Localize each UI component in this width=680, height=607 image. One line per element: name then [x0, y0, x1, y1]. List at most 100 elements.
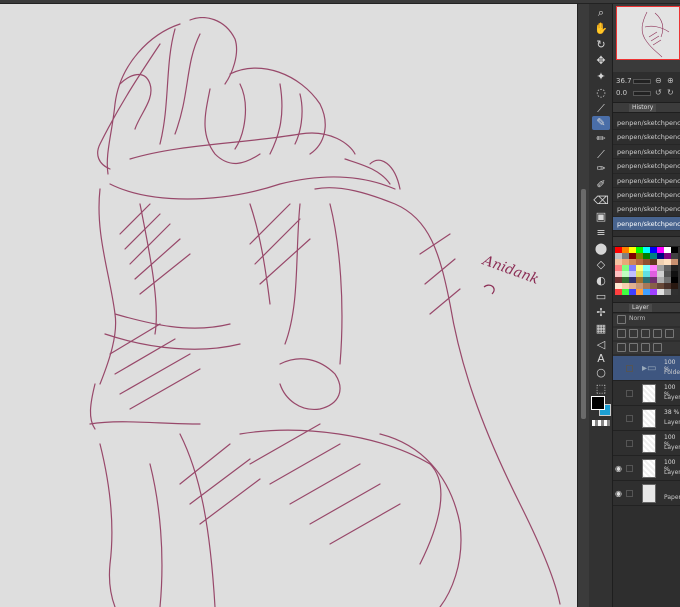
history-item[interactable]: penpen/sketchpencil 1	[613, 174, 680, 188]
layer-lock-toggle[interactable]	[626, 365, 633, 372]
layer-name: Layer	[664, 469, 680, 476]
layer-row[interactable]: 100 % Layer	[613, 381, 680, 406]
merge-layer-icon[interactable]	[629, 343, 638, 352]
rotation-value[interactable]: 0.0	[616, 89, 627, 97]
layer-actions-toolbar	[613, 342, 680, 354]
navigator-preview-art	[641, 11, 670, 58]
mask-icon[interactable]	[641, 329, 650, 338]
navigator-preview[interactable]	[616, 6, 680, 60]
main-color-swatch[interactable]	[591, 396, 605, 410]
rotate-left-icon[interactable]: ↺	[655, 88, 662, 97]
layer-lock-toggle[interactable]	[626, 490, 633, 497]
rotate-right-icon[interactable]: ↻	[667, 88, 674, 97]
palette-swatch[interactable]	[650, 289, 657, 295]
eyedropper-icon[interactable]: ⟋	[592, 102, 610, 116]
new-folder-icon[interactable]	[629, 329, 638, 338]
rotate-icon[interactable]: ↻	[592, 38, 610, 52]
gradient-icon[interactable]: ≡	[592, 226, 610, 240]
layer-list: ▸▭100 %Folder100 %Layer38 %Layer100 %Lay…	[613, 356, 680, 506]
zoom-out-icon[interactable]: ⊖	[655, 76, 662, 85]
table-icon[interactable]: ▦	[592, 322, 610, 336]
frame-icon[interactable]: ◇	[592, 258, 610, 272]
pen-icon[interactable]: ✎	[592, 116, 610, 130]
canvas-scrollbar[interactable]	[577, 4, 589, 607]
palette-swatch[interactable]	[643, 289, 650, 295]
history-item[interactable]: penpen/sketchpencil 1	[613, 145, 680, 160]
zoom-in-icon[interactable]: ⊕	[667, 76, 674, 85]
right-panel: 36.7 ⊖ ⊕ 0.0 ↺ ↻ History penpen/sketchpe…	[613, 4, 680, 607]
new-layer-icon[interactable]	[617, 329, 626, 338]
zoom-slider[interactable]	[633, 79, 651, 84]
tab-layer[interactable]: Layer	[629, 304, 652, 312]
layer-thumbnail	[642, 409, 656, 428]
layer-lock-toggle[interactable]	[626, 390, 633, 397]
layer-thumbnail	[642, 459, 656, 478]
history-item[interactable]: penpen/sketchpencil 1	[613, 116, 680, 131]
layer-lock-toggle[interactable]	[626, 440, 633, 447]
history-item[interactable]: penpen/sketchpencil 1	[613, 202, 680, 217]
history-item[interactable]: penpen/sketchpencil 1	[613, 159, 680, 174]
history-item[interactable]: penpen/sketchpencil 1	[613, 130, 680, 145]
clip-icon[interactable]	[653, 329, 662, 338]
speech-icon[interactable]: ○	[592, 366, 610, 380]
transparent-color-swatch[interactable]	[592, 420, 610, 426]
palette-swatch[interactable]	[636, 289, 643, 295]
palette-swatch[interactable]	[657, 289, 664, 295]
layer-blend-toolbar: Norm	[613, 314, 680, 326]
layer-property-icon[interactable]	[617, 315, 626, 324]
balloon-icon[interactable]: ◁	[592, 338, 610, 352]
eye-icon[interactable]: ◉	[615, 489, 625, 498]
hand-icon[interactable]: ✋	[592, 22, 610, 36]
eye-icon[interactable]: ◉	[615, 464, 625, 473]
move-icon[interactable]: ✥	[592, 54, 610, 68]
layer-lock-toggle[interactable]	[626, 415, 633, 422]
palette-swatch[interactable]	[615, 289, 622, 295]
operation-icon[interactable]: ▭	[592, 290, 610, 304]
navigator-panel: 36.7 ⊖ ⊕ 0.0 ↺ ↻	[613, 4, 680, 97]
airbrush-icon[interactable]: ✑	[592, 162, 610, 176]
color-tabbar	[613, 236, 680, 247]
lasso-icon[interactable]: ◌	[592, 86, 610, 100]
decoration-icon[interactable]: ✐	[592, 178, 610, 192]
zoom-value[interactable]: 36.7	[616, 77, 632, 85]
layer-row[interactable]: ◉ Paper	[613, 481, 680, 506]
layer-row[interactable]: ◉ 100 % Layer	[613, 456, 680, 481]
blend-mode-select[interactable]: Norm	[629, 315, 651, 324]
palette-swatch[interactable]	[664, 289, 671, 295]
correct-line-icon[interactable]: ✢	[592, 306, 610, 320]
history-item[interactable]: penpen/sketchpencil 1	[613, 188, 680, 203]
fill-icon[interactable]: ▣	[592, 210, 610, 224]
magic-wand-icon[interactable]: ✦	[592, 70, 610, 84]
history-item[interactable]: penpen/sketchpencil 1	[613, 216, 680, 232]
layer-row[interactable]: 100 % Layer	[613, 431, 680, 456]
copy-layer-icon[interactable]	[617, 343, 626, 352]
brush-icon[interactable]: ⟋	[592, 148, 610, 162]
pencil-icon[interactable]: ✏	[592, 132, 610, 146]
palette-swatch[interactable]	[629, 289, 636, 295]
layer-row[interactable]: 38 % Layer	[613, 406, 680, 431]
eraser-icon[interactable]: ⌫	[592, 194, 610, 208]
layer-row[interactable]: ▸▭100 %Folder	[613, 356, 680, 381]
color-palette[interactable]	[615, 247, 680, 297]
delete-layer-icon[interactable]	[653, 343, 662, 352]
layer-name: Layer	[664, 419, 680, 426]
layer-tabbar: Layer	[613, 302, 680, 313]
select-icon[interactable]: ⬚	[592, 382, 610, 396]
scrollbar-thumb[interactable]	[581, 189, 586, 419]
magnifier-icon[interactable]: ⌕	[592, 6, 610, 20]
tab-history[interactable]: History	[629, 104, 657, 112]
layer-thumbnail	[642, 484, 656, 503]
rotation-slider[interactable]	[633, 91, 651, 96]
drawing-canvas[interactable]: Anidank	[0, 4, 577, 607]
layer-lock-toggle[interactable]	[626, 465, 633, 472]
reference-icon[interactable]	[665, 329, 674, 338]
figure-icon[interactable]: ⬤	[592, 242, 610, 256]
lock-layer-icon[interactable]	[641, 343, 650, 352]
palette-swatch[interactable]	[622, 289, 629, 295]
history-list: penpen/sketchpencil 1penpen/sketchpencil…	[613, 116, 680, 232]
ruler-icon[interactable]: ◐	[592, 274, 610, 288]
text-icon[interactable]: A	[592, 352, 610, 366]
palette-swatch[interactable]	[671, 289, 678, 295]
tool-palette: ⌕ ✋ ↻ ✥ ✦ ◌ ⟋ ✎ ✏ ⟋ ✑ ✐ ⌫ ▣ ≡ ⬤ ◇ ◐ ▭ ✢ …	[589, 4, 613, 607]
layer-opacity: 38 %	[664, 409, 680, 416]
